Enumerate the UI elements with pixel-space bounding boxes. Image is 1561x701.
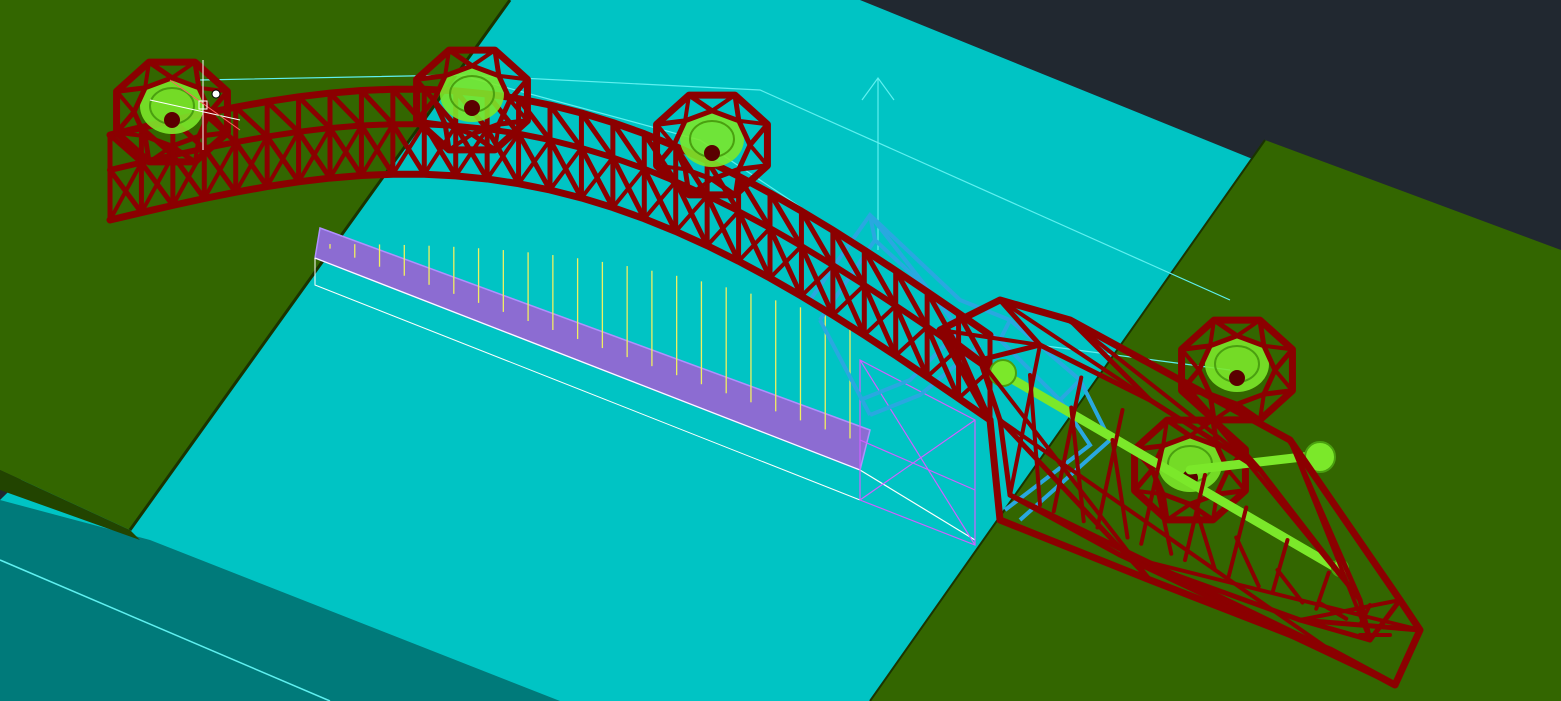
bridge-model-scene[interactable]	[0, 0, 1561, 701]
pulley-spoke	[654, 118, 688, 127]
drawing-viewport[interactable]	[0, 0, 1561, 701]
pulley-spoke	[1261, 388, 1295, 397]
pulley-spoke	[736, 163, 770, 172]
pulley-axle	[164, 112, 180, 128]
pulley-spoke	[1179, 343, 1213, 352]
pulley-wheel-icon	[113, 58, 231, 166]
pulley-spoke	[496, 118, 530, 127]
pulley-spoke	[414, 73, 448, 82]
pulley-axle	[704, 145, 720, 161]
pulley-spoke	[114, 85, 148, 94]
pulley-wheel-icon	[653, 91, 771, 199]
pulley-wheel-icon	[413, 46, 531, 154]
pulley-axle	[464, 100, 480, 116]
pulley-spoke	[1214, 488, 1248, 497]
pulley-axle	[1229, 370, 1245, 386]
sphere-joint-icon	[989, 359, 1017, 387]
